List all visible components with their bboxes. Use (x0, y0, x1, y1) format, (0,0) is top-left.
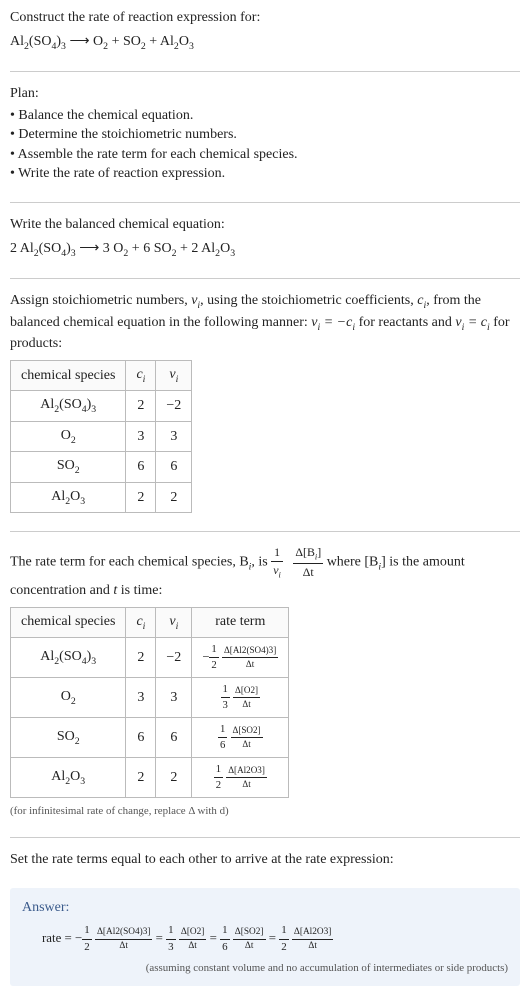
plan-heading: Plan: (10, 84, 520, 104)
rate-term-cell: 13 Δ[O2]Δt (192, 678, 289, 718)
plan-item: Balance the chemical equation. (10, 106, 520, 126)
unbalanced-equation: Al2(SO4)3 ⟶ O2 + SO2 + Al2O3 (10, 32, 520, 54)
plan-item: Write the rate of reaction expression. (10, 164, 520, 184)
stoich-section: Assign stoichiometric numbers, νi, using… (10, 291, 520, 513)
species-cell: Al2(SO4)3 (11, 638, 126, 678)
species-cell: O2 (11, 678, 126, 718)
table-row: Al2(SO4)3 2 −2 −12 Δ[Al2(SO4)3]Δt (11, 638, 289, 678)
rate-term-table: chemical species ci νi rate term Al2(SO4… (10, 607, 289, 798)
arrow-icon: ⟶ (79, 241, 103, 256)
species-cell: SO2 (11, 452, 126, 483)
col-ci: ci (126, 607, 156, 638)
fraction: 1νi (271, 544, 283, 581)
question-prompt: Construct the rate of reaction expressio… (10, 8, 520, 28)
rate-intro-text: The rate term for each chemical species,… (10, 544, 520, 600)
divider (10, 531, 520, 532)
stoich-table: chemical species ci νi Al2(SO4)32−2 O233… (10, 360, 192, 514)
plan-list: Balance the chemical equation. Determine… (10, 106, 520, 184)
species-cell: Al2O3 (11, 482, 126, 513)
species-cell: SO2 (11, 717, 126, 757)
col-species: chemical species (11, 360, 126, 391)
answer-label: Answer: (22, 898, 508, 918)
species-cell: O2 (11, 421, 126, 452)
answer-equation: rate = −12 Δ[Al2(SO4)3]Δt = 13 Δ[O2]Δt =… (42, 923, 508, 955)
table-row: Al2(SO4)32−2 (11, 391, 192, 422)
species-al: Al (10, 34, 24, 49)
species-cell: Al2(SO4)3 (11, 391, 126, 422)
fraction: Δ[Bi]Δt (293, 544, 323, 581)
table-header-row: chemical species ci νi rate term (11, 607, 289, 638)
col-nui: νi (156, 360, 192, 391)
table-row: SO2 6 6 16 Δ[SO2]Δt (11, 717, 289, 757)
answer-box: Answer: rate = −12 Δ[Al2(SO4)3]Δt = 13 Δ… (10, 888, 520, 987)
table-row: Al2O322 (11, 482, 192, 513)
col-ci: ci (126, 360, 156, 391)
table-row: O2 3 3 13 Δ[O2]Δt (11, 678, 289, 718)
final-section: Set the rate terms equal to each other t… (10, 850, 520, 870)
table-row: Al2O3 2 2 12 Δ[Al2O3]Δt (11, 757, 289, 797)
question-section: Construct the rate of reaction expressio… (10, 8, 520, 53)
rate-term-cell: 16 Δ[SO2]Δt (192, 717, 289, 757)
rate-term-cell: −12 Δ[Al2(SO4)3]Δt (192, 638, 289, 678)
answer-note: (assuming constant volume and no accumul… (22, 961, 508, 976)
plan-section: Plan: Balance the chemical equation. Det… (10, 84, 520, 184)
arrow-icon: ⟶ (69, 34, 93, 49)
rate-term-section: The rate term for each chemical species,… (10, 544, 520, 819)
divider (10, 202, 520, 203)
plan-item: Determine the stoichiometric numbers. (10, 125, 520, 145)
col-species: chemical species (11, 607, 126, 638)
divider (10, 278, 520, 279)
balanced-section: Write the balanced chemical equation: 2 … (10, 215, 520, 260)
plan-item: Assemble the rate term for each chemical… (10, 145, 520, 165)
rate-term-cell: 12 Δ[Al2O3]Δt (192, 757, 289, 797)
balanced-heading: Write the balanced chemical equation: (10, 215, 520, 235)
balanced-equation: 2 Al2(SO4)3 ⟶ 3 O2 + 6 SO2 + 2 Al2O3 (10, 239, 520, 261)
table-header-row: chemical species ci νi (11, 360, 192, 391)
final-heading: Set the rate terms equal to each other t… (10, 850, 520, 870)
infinitesimal-note: (for infinitesimal rate of change, repla… (10, 804, 520, 819)
divider (10, 71, 520, 72)
table-row: SO266 (11, 452, 192, 483)
species-cell: Al2O3 (11, 757, 126, 797)
divider (10, 837, 520, 838)
stoich-text: Assign stoichiometric numbers, νi, using… (10, 291, 520, 354)
col-rate-term: rate term (192, 607, 289, 638)
table-row: O233 (11, 421, 192, 452)
col-nui: νi (156, 607, 192, 638)
